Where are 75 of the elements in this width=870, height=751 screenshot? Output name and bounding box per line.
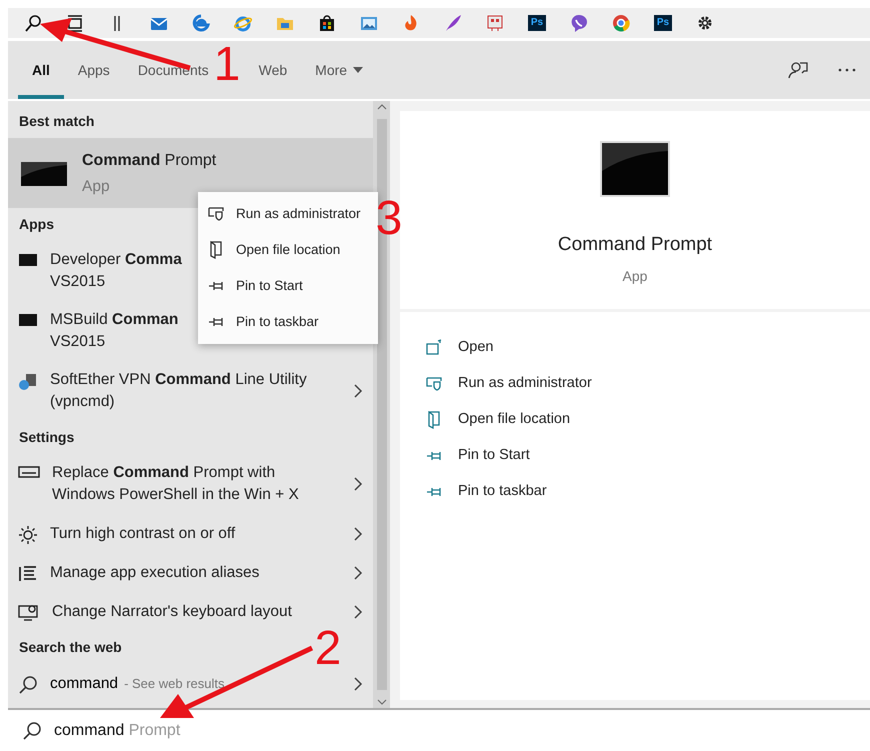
open-window-icon	[426, 339, 444, 357]
annotation-number: 1	[214, 38, 240, 91]
result-item[interactable]: Replace Command Prompt with Windows PowerShell in the Win + X	[8, 454, 373, 514]
result-title: Manage app execution aliases	[50, 562, 260, 582]
console-icon	[20, 161, 68, 187]
keyboard-icon	[18, 465, 40, 479]
result-subtitle: (vpncmd)	[50, 392, 115, 412]
console-icon	[18, 252, 38, 268]
photoshop-icon[interactable]: Ps	[654, 15, 672, 31]
result-title: Replace Command Prompt with	[52, 463, 276, 483]
console-icon	[600, 141, 670, 197]
shield-window-icon	[208, 205, 226, 223]
result-title: MSBuild Comman	[50, 310, 178, 330]
chevron-icon	[353, 604, 363, 618]
settings-icon[interactable]	[696, 14, 714, 32]
preview-title: Command Prompt	[558, 233, 712, 257]
photoshop-icon[interactable]: Ps	[528, 15, 546, 31]
result-subtitle: App	[82, 177, 110, 197]
result-subtitle: Windows PowerShell in the Win + X	[52, 485, 299, 505]
result-item[interactable]: Manage app execution aliases	[8, 553, 373, 592]
list-icon	[18, 564, 38, 584]
tab[interactable]: Web	[244, 45, 302, 99]
network-icon	[18, 372, 38, 392]
task-view-icon[interactable]	[66, 14, 84, 32]
action-link[interactable]: Open	[426, 330, 870, 366]
section-heading: Best match	[19, 112, 94, 131]
result-title: Command Prompt	[82, 151, 216, 171]
result-title: command	[50, 674, 118, 694]
action-link[interactable]: Pin to taskbar	[426, 474, 870, 510]
chevron-icon	[353, 384, 363, 398]
result-title: SoftEther VPN Command Line Utility	[50, 370, 307, 390]
chevron-icon	[353, 526, 363, 540]
action-link[interactable]: Open file location	[426, 402, 870, 438]
section-heading: Settings	[19, 428, 74, 447]
console-icon	[18, 312, 38, 328]
app-icon[interactable]	[486, 14, 504, 32]
photo-icon[interactable]	[360, 14, 378, 32]
search-icon	[18, 675, 38, 695]
chevron-icon	[353, 477, 363, 491]
result-title: Developer Comma	[50, 250, 182, 270]
shield-window-icon	[426, 375, 444, 393]
result-item[interactable]: Turn high contrast on or off	[8, 514, 373, 553]
feedback-icon[interactable]	[788, 60, 808, 80]
action-link[interactable]: Pin to Start	[426, 438, 870, 474]
result-subtitle: VS2015	[50, 272, 106, 292]
narrator-icon	[18, 603, 40, 623]
result-title: Turn high contrast on or off	[50, 524, 236, 544]
tab[interactable]: More	[301, 45, 378, 99]
chevron-icon	[353, 566, 363, 580]
preview-subtitle: App	[622, 266, 648, 286]
section-heading: Search the web	[19, 638, 122, 657]
scroll-up-icon[interactable]	[376, 103, 386, 111]
result-subtitle: - See web results	[124, 675, 224, 693]
result-title: Change Narrator's keyboard layout	[52, 602, 292, 622]
scroll-down-icon[interactable]	[376, 698, 386, 706]
section-heading: Apps	[19, 215, 54, 234]
action-link[interactable]: Run as administrator	[426, 366, 870, 402]
result-item[interactable]: SoftEther VPN Command Line Utility (vpncmd)	[8, 361, 373, 421]
browser-icon[interactable]	[234, 14, 252, 32]
chevron-icon	[353, 676, 363, 691]
shopping-bag-icon[interactable]	[318, 14, 336, 32]
search-icon	[22, 720, 42, 740]
browser-icon[interactable]	[192, 14, 210, 32]
sun-icon	[18, 525, 38, 545]
result-subtitle: VS2015	[50, 332, 106, 352]
chat-bubble-icon[interactable]	[570, 14, 588, 32]
more-options-icon[interactable]	[838, 68, 856, 72]
search-icon[interactable]	[24, 14, 42, 32]
tab[interactable]: Apps	[64, 45, 124, 99]
browser-icon[interactable]	[612, 14, 630, 32]
menu-item[interactable]: Pin to taskbar	[198, 304, 378, 340]
feather-icon[interactable]	[444, 14, 462, 32]
menu-item[interactable]: Open file location	[198, 232, 378, 268]
annotation-number: 3	[376, 192, 402, 245]
menu-item[interactable]: Pin to Start	[198, 268, 378, 304]
